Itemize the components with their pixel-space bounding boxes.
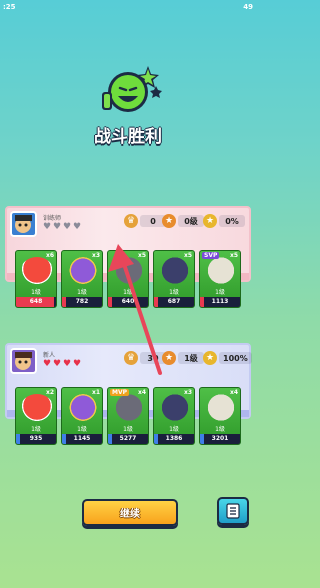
card-value: 1145 [73, 435, 91, 442]
mushroom-unit-icon [20, 257, 54, 287]
card-value: 3201 [211, 435, 229, 442]
card-count: x4 [137, 389, 146, 396]
unit-card[interactable]: x2 1级 935 [15, 387, 57, 445]
card-count: x4 [229, 389, 238, 396]
card-hp-bar: 3201 [200, 434, 240, 444]
card-hp-bar: 1113 [200, 297, 240, 307]
battle-log-button[interactable] [217, 497, 249, 525]
unit-card[interactable]: x1 1级 1145 [61, 387, 103, 445]
enemy-percent-value: 0% [219, 215, 245, 227]
card-hp-bar: 5277 [108, 434, 148, 444]
heart-icon: ♥ [73, 222, 82, 232]
card-level: 1级 [169, 426, 179, 433]
card-value: 648 [29, 298, 43, 305]
unit-card[interactable]: MVP x4 1级 5277 [107, 387, 149, 445]
unit-card[interactable]: x4 1级 3201 [199, 387, 241, 445]
ram-unit-icon [204, 257, 238, 287]
heart-icon: ♥ [53, 222, 62, 232]
ninja-unit-icon [158, 394, 192, 424]
unit-card[interactable]: x3 1级 1386 [153, 387, 195, 445]
status-bar: :25 49 [0, 0, 256, 16]
pointer-arrow-icon [108, 244, 162, 375]
card-hp-bar: 1145 [62, 434, 102, 444]
card-level: 1级 [31, 289, 41, 296]
card-level: 1级 [77, 426, 87, 433]
player-level-value: 1级 [178, 352, 204, 364]
mushroom-unit-icon [20, 394, 54, 424]
card-level: 1级 [215, 289, 225, 296]
enemy-level-value: 0级 [178, 215, 204, 227]
card-count: x5 [229, 252, 238, 259]
card-count: x3 [183, 389, 192, 396]
card-level: 1级 [77, 289, 87, 296]
enemy-name: 训练师 [43, 215, 62, 222]
player-cards: x2 1级 935 x1 1级 1145 MVP x4 1级 5277 x3 1… [15, 387, 241, 445]
card-count: x6 [45, 252, 54, 259]
enemy-kills-stat: ♛ 0 [124, 214, 166, 228]
card-count: x3 [91, 252, 100, 259]
list-icon [226, 503, 240, 519]
card-level: 1级 [31, 426, 41, 433]
card-level: 1级 [123, 426, 133, 433]
mvp-badge: MVP [110, 389, 130, 396]
card-level: 1级 [215, 426, 225, 433]
player-percent-stat: ★ 100% [203, 351, 252, 365]
svp-badge: SVP [202, 252, 220, 259]
player-avatar [10, 348, 37, 374]
player-hearts: ♥ ♥ ♥ ♥ [43, 360, 82, 369]
battery-level: 49 [243, 3, 253, 11]
wolf-unit-icon [112, 394, 146, 424]
player-name: 新人 [43, 352, 56, 359]
unit-card[interactable]: SVP x5 1级 1113 [199, 250, 241, 308]
wizard-unit-icon [66, 257, 100, 287]
player-percent-value: 100% [219, 352, 252, 364]
card-count: x1 [91, 389, 100, 396]
heart-icon: ♥ [63, 222, 72, 232]
trophy-icon: ♛ [124, 214, 138, 228]
heart-icon: ♥ [63, 359, 72, 369]
heart-icon: ♥ [43, 222, 52, 232]
card-value: 935 [29, 435, 43, 442]
star-icon: ★ [203, 214, 217, 228]
badge-icon: ★ [162, 214, 176, 228]
card-value: 1113 [211, 298, 229, 305]
wizard-unit-icon [66, 394, 100, 424]
card-count: x2 [45, 389, 54, 396]
card-hp-bar: 935 [16, 434, 56, 444]
unit-card[interactable]: x3 1级 782 [61, 250, 103, 308]
clock: :25 [3, 3, 16, 11]
victory-title: 战斗胜利 [94, 127, 162, 147]
victory-emblem-icon [102, 66, 162, 112]
enemy-level-stat: ★ 0级 [162, 214, 204, 228]
enemy-percent-stat: ★ 0% [203, 214, 245, 228]
card-hp-bar: 648 [16, 297, 56, 307]
card-value: 1386 [165, 435, 183, 442]
card-value: 5277 [119, 435, 137, 442]
ram-unit-icon [204, 394, 238, 424]
heart-icon: ♥ [53, 359, 62, 369]
continue-button[interactable]: 继续 [82, 499, 178, 526]
enemy-avatar [10, 211, 37, 237]
card-hp-bar: 782 [62, 297, 102, 307]
card-value: 782 [75, 298, 89, 305]
card-count: x5 [183, 252, 192, 259]
card-hp-bar: 1386 [154, 434, 194, 444]
unit-card[interactable]: x6 1级 648 [15, 250, 57, 308]
heart-icon: ♥ [43, 359, 52, 369]
star-icon: ★ [203, 351, 217, 365]
enemy-hearts: ♥ ♥ ♥ ♥ [43, 223, 82, 232]
heart-icon: ♥ [73, 359, 82, 369]
